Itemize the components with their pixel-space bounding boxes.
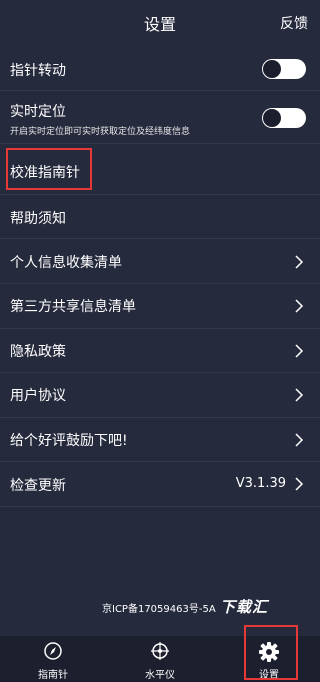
tab-label: 指南针: [38, 670, 68, 681]
user-agreement-label: 用户协议: [10, 388, 66, 404]
realtime-location-description: 开启实时定位即可实时获取定位及经纬度信息: [10, 127, 191, 137]
check-update-label: 检查更新: [10, 478, 66, 494]
compass-icon: [44, 642, 62, 660]
page-title: 设置: [143, 15, 176, 34]
toggle-knob: [263, 60, 281, 78]
setting-row-realtime-location: 实时定位 开启实时定位即可实时获取定位及经纬度信息: [0, 91, 320, 143]
setting-row-user-agreement[interactable]: 用户协议: [0, 373, 320, 417]
setting-row-third-party[interactable]: 第三方共享信息清单: [0, 284, 320, 328]
chevron-right-icon: [295, 344, 304, 358]
feedback-button[interactable]: 反馈: [280, 13, 308, 33]
setting-row-pointer-rotation: 指针转动: [0, 46, 320, 90]
settings-tab-highlight-box: [244, 625, 298, 680]
rating-label: 给个好评鼓励下吧!: [10, 433, 128, 449]
icp-license-text: 京ICP备17059463号-5A: [102, 604, 216, 615]
pointer-rotation-label: 指针转动: [10, 63, 66, 79]
chevron-right-icon: [295, 477, 304, 491]
chevron-right-icon: [295, 388, 304, 402]
level-icon: [151, 642, 169, 660]
watermark: 下载汇: [220, 598, 269, 616]
chevron-right-icon: [295, 433, 304, 447]
chevron-right-icon: [295, 299, 304, 313]
version-text: V3.1.39: [235, 476, 286, 491]
setting-row-personal-info[interactable]: 个人信息收集清单: [0, 239, 320, 283]
divider: [0, 506, 320, 507]
realtime-location-label: 实时定位: [10, 104, 66, 120]
setting-row-check-update[interactable]: 检查更新 V3.1.39: [0, 462, 320, 506]
tab-level[interactable]: 水平仪: [125, 636, 195, 682]
tab-compass[interactable]: 指南针: [18, 636, 88, 682]
chevron-right-icon: [295, 255, 304, 269]
setting-row-help[interactable]: 帮助须知: [0, 195, 320, 238]
tab-label: 水平仪: [145, 670, 175, 681]
third-party-label: 第三方共享信息清单: [10, 299, 136, 315]
help-label: 帮助须知: [10, 211, 66, 227]
setting-row-privacy[interactable]: 隐私政策: [0, 329, 320, 372]
privacy-label: 隐私政策: [10, 344, 66, 360]
pointer-rotation-toggle[interactable]: [262, 59, 306, 79]
calibrate-highlight-box: [6, 148, 92, 190]
personal-info-label: 个人信息收集清单: [10, 255, 122, 271]
setting-row-rating[interactable]: 给个好评鼓励下吧!: [0, 418, 320, 461]
realtime-location-toggle[interactable]: [262, 108, 306, 128]
toggle-knob: [263, 109, 281, 127]
header: 设置 反馈: [0, 0, 320, 46]
